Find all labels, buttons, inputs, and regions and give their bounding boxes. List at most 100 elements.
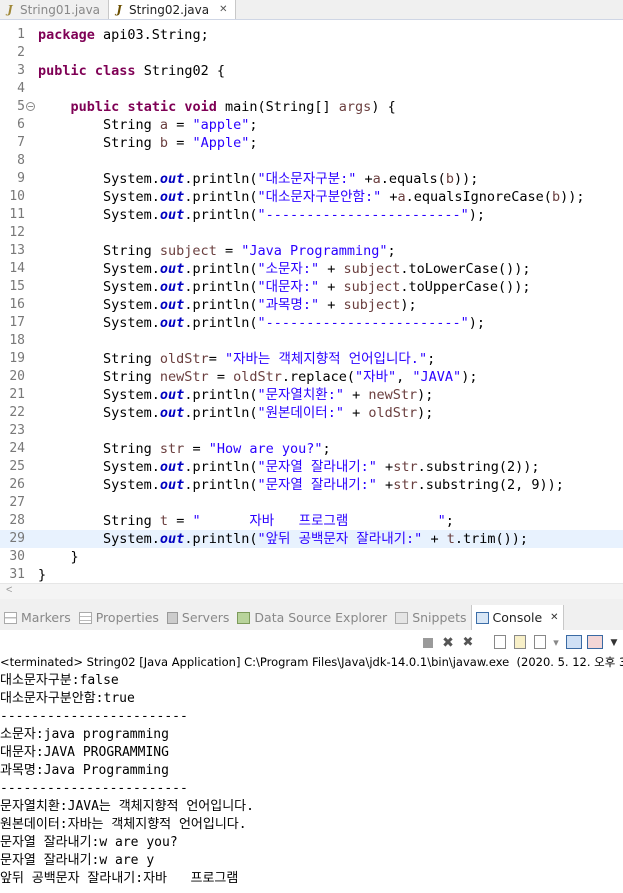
code-line[interactable]: 21 System.out.println("문자열치환:" + newStr)… xyxy=(0,386,623,404)
code-line[interactable]: 18 xyxy=(0,332,623,350)
code-token: out xyxy=(159,261,185,277)
code-token: static xyxy=(127,99,177,115)
code-line[interactable]: 22 System.out.println("원본데이터:" + oldStr)… xyxy=(0,404,623,422)
code-text: System.out.println("문자열 잘라내기:" +str.subs… xyxy=(38,476,564,494)
code-token: String xyxy=(38,243,160,259)
code-token: "대문자:" xyxy=(257,279,320,295)
code-token: .println( xyxy=(184,171,258,187)
code-token: out xyxy=(159,477,185,493)
open-console-icon[interactable] xyxy=(587,635,603,649)
code-line[interactable]: 28 String t = " 자바 프로그램 "; xyxy=(0,512,623,530)
code-line[interactable]: 9 System.out.println("대소문자구분:" +a.equals… xyxy=(0,170,623,188)
code-token: ; xyxy=(387,243,396,259)
code-token: "앞뒤 공백문자 잘라내기:" xyxy=(257,531,423,547)
code-token: System. xyxy=(38,189,160,205)
horizontal-scrollbar[interactable]: < xyxy=(0,583,623,600)
chevron-down-icon[interactable]: ▼ xyxy=(606,635,622,651)
code-token: + xyxy=(319,297,344,313)
code-token: public xyxy=(70,99,120,115)
line-number: 20 xyxy=(9,369,25,384)
code-line[interactable]: 11 System.out.println("-----------------… xyxy=(0,206,623,224)
remove-launch-icon[interactable]: ✖ xyxy=(440,635,456,651)
code-token: str xyxy=(159,441,185,457)
scroll-lock-icon[interactable] xyxy=(514,635,526,649)
code-text: String str = "How are you?"; xyxy=(38,440,331,458)
console-output[interactable]: 대소문자구분:false 대소문자구분안함:true ---------------… xyxy=(0,672,623,888)
code-text: String a = "apple"; xyxy=(38,116,257,134)
code-token: ; xyxy=(445,513,454,529)
code-token: a xyxy=(397,189,406,205)
code-line[interactable]: 12 xyxy=(0,224,623,242)
code-line[interactable]: 2 xyxy=(0,44,623,62)
code-line[interactable]: 15 System.out.println("대문자:" + subject.t… xyxy=(0,278,623,296)
line-number: 29 xyxy=(9,531,25,546)
code-token: "자바는 객체지향적 언어입니다." xyxy=(224,351,428,367)
code-line[interactable]: 26 System.out.println("문자열 잘라내기:" +str.s… xyxy=(0,476,623,494)
code-line[interactable]: 14 System.out.println("소문자:" + subject.t… xyxy=(0,260,623,278)
code-token: .trim()); xyxy=(454,531,528,547)
tab-label: String02.java xyxy=(129,2,210,17)
code-token: + xyxy=(381,189,398,205)
code-line[interactable]: 13 String subject = "Java Programming"; xyxy=(0,242,623,260)
tab-snippets[interactable]: Snippets xyxy=(391,605,470,630)
code-token: + xyxy=(343,405,369,421)
code-token: .toUpperCase()); xyxy=(400,279,531,295)
code-line[interactable]: 3 public class String02 { xyxy=(0,62,623,80)
code-token: )); xyxy=(560,189,585,205)
code-line[interactable]: 27 xyxy=(0,494,623,512)
console-line: 대소문자구분:false xyxy=(0,673,119,688)
code-token: ; xyxy=(322,441,331,457)
tab-console[interactable]: Console ✕ xyxy=(470,605,564,630)
code-token: + xyxy=(319,261,344,277)
close-icon[interactable]: ✕ xyxy=(219,4,227,15)
code-line[interactable]: 1 package api03.String; xyxy=(0,26,623,44)
close-icon[interactable]: ✕ xyxy=(550,612,558,623)
code-line[interactable]: 6 String a = "apple"; xyxy=(0,116,623,134)
line-number: 12 xyxy=(9,225,25,240)
code-line[interactable]: 24 String str = "How are you?"; xyxy=(0,440,623,458)
code-line[interactable]: 19 String oldStr= "자바는 객체지향적 언어입니다."; xyxy=(0,350,623,368)
tab-data-source-explorer[interactable]: Data Source Explorer xyxy=(233,605,391,630)
console-line: 소문자:java programming xyxy=(0,727,169,742)
remove-all-terminated-icon[interactable]: ✖ xyxy=(460,635,476,651)
clear-console-icon[interactable] xyxy=(494,635,506,649)
word-wrap-icon[interactable] xyxy=(534,635,546,649)
code-editor[interactable]: 31} 30 } 29 System.out.println("앞뒤 공백문자 잘라… xyxy=(0,20,623,600)
tab-properties[interactable]: Properties xyxy=(75,605,163,630)
pin-console-icon[interactable]: ▾ xyxy=(548,635,564,651)
fold-toggle-icon[interactable]: − xyxy=(26,102,35,111)
code-line[interactable]: 7 String b = "Apple"; xyxy=(0,134,623,152)
code-line[interactable]: 23 xyxy=(0,422,623,440)
code-line[interactable]: 5− public static void main(String[] args… xyxy=(0,98,623,116)
code-text: String subject = "Java Programming"; xyxy=(38,242,396,260)
code-line[interactable]: 20 String newStr = oldStr.replace("자바", … xyxy=(0,368,623,386)
code-line[interactable]: 29 System.out.println("앞뒤 공백문자 잘라내기:" + … xyxy=(0,530,623,548)
code-token: out xyxy=(159,297,185,313)
console-line: 대문자:JAVA PROGRAMMING xyxy=(0,745,169,760)
code-line[interactable]: 25 System.out.println("문자열 잘라내기:" +str.s… xyxy=(0,458,623,476)
code-token: System. xyxy=(38,459,160,475)
servers-icon xyxy=(166,611,178,624)
code-line[interactable]: 31} xyxy=(0,566,623,584)
tab-string02-java[interactable]: J String02.java ✕ xyxy=(108,0,237,19)
code-line[interactable]: 16 System.out.println("과목명:" + subject); xyxy=(0,296,623,314)
code-token: "대소문자구분:" xyxy=(257,171,357,187)
tab-servers[interactable]: Servers xyxy=(163,605,234,630)
tab-string01-java[interactable]: J String01.java xyxy=(0,0,108,19)
code-line[interactable]: 8 xyxy=(0,152,623,170)
display-selected-console-icon[interactable] xyxy=(566,635,582,649)
tab-markers[interactable]: Markers xyxy=(0,605,75,630)
code-line[interactable]: 17 System.out.println("-----------------… xyxy=(0,314,623,332)
code-token: str xyxy=(393,459,418,475)
code-line[interactable]: 10 System.out.println("대소문자구분안함:" +a.equ… xyxy=(0,188,623,206)
code-line[interactable]: 30 } xyxy=(0,548,623,566)
code-token: .toLowerCase()); xyxy=(400,261,531,277)
line-number: 8 xyxy=(17,153,25,168)
scroll-left-arrow-icon[interactable]: < xyxy=(6,584,12,596)
code-line[interactable]: 4 xyxy=(0,80,623,98)
line-number: 13 xyxy=(9,243,25,258)
tab-label: Snippets xyxy=(412,610,467,625)
code-token: oldStr xyxy=(233,369,282,385)
terminate-icon[interactable] xyxy=(420,635,436,651)
code-token: str xyxy=(393,477,418,493)
